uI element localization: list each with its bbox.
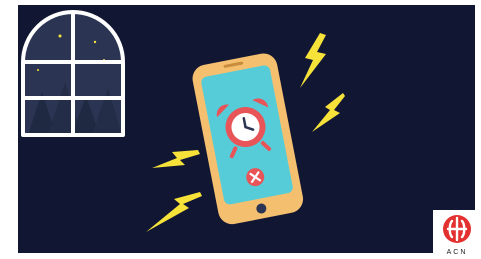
scene (0, 0, 481, 259)
star-icon (37, 69, 39, 71)
star-icon (58, 34, 62, 38)
night-window (21, 10, 125, 137)
star-icon (93, 40, 97, 44)
logo-text: ACN (446, 249, 468, 256)
